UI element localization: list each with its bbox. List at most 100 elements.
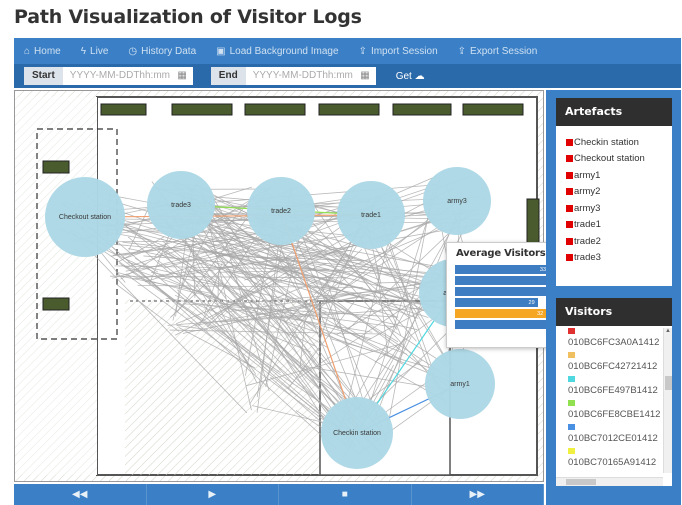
scroll-thumb[interactable]: [566, 479, 596, 485]
legend-swatch: [566, 155, 573, 163]
bar: 37: [455, 276, 561, 285]
image-icon: ▣: [216, 45, 226, 57]
visitors-horizontal-scrollbar[interactable]: [556, 477, 663, 486]
visitor-item[interactable]: 010BC6FE8CBE1412: [568, 400, 672, 424]
scroll-up-arrow-icon[interactable]: ▲: [664, 328, 672, 334]
node-label: trade1: [361, 211, 381, 219]
stop-button[interactable]: ■: [279, 484, 412, 505]
legend-swatch: [568, 328, 575, 334]
fast-forward-icon: ▶▶: [469, 489, 485, 500]
node-trade2[interactable]: trade2: [247, 177, 315, 245]
start-date-placeholder: YYYY-MM-DDThh:mm: [69, 70, 170, 81]
artefacts-panel: Artefacts Checkin station Checkout statio…: [556, 98, 672, 286]
get-button[interactable]: Get ☁: [396, 71, 425, 82]
node-label: trade2: [271, 207, 291, 215]
calendar-icon[interactable]: ▦: [177, 67, 186, 85]
sidebar: Artefacts Checkin station Checkout statio…: [546, 90, 681, 505]
visitors-title: Visitors: [556, 298, 672, 326]
nav-label: History Data: [141, 45, 197, 57]
clock-icon: ◷: [128, 45, 138, 57]
end-date-input[interactable]: YYYY-MM-DDThh:mm ▦: [245, 67, 376, 85]
artefact-item[interactable]: trade3: [566, 250, 672, 267]
nav-export-session[interactable]: ⇪ Export Session: [448, 46, 548, 57]
play-button[interactable]: ▶: [147, 484, 279, 505]
page-title: Path Visualization of Visitor Logs: [14, 6, 362, 28]
visitor-id: 010BC6FE8CBE1412: [568, 409, 661, 420]
node-checkout[interactable]: Checkout station: [45, 177, 125, 257]
nav-home[interactable]: ⌂ Home: [14, 46, 71, 57]
visitor-item[interactable]: 010BC6FC3A0A1412: [568, 328, 672, 352]
artefact-item[interactable]: Checkin station: [566, 134, 672, 151]
table: [392, 103, 452, 116]
node-label: Checkin station: [333, 429, 381, 437]
legend-swatch: [566, 204, 573, 212]
artefact-label: army1: [574, 169, 601, 181]
visitor-id: 010BC6FC42721412: [568, 361, 658, 372]
legend-swatch: [566, 221, 573, 229]
artefact-item[interactable]: trade2: [566, 233, 672, 250]
table: [100, 103, 147, 116]
start-label: Start: [24, 67, 63, 85]
artefact-item[interactable]: trade1: [566, 217, 672, 234]
visitor-item[interactable]: 010BC70165A91412: [568, 448, 672, 472]
bar: 29: [455, 298, 538, 307]
bar: 32: [455, 309, 547, 318]
table: [42, 297, 70, 311]
node-trade1[interactable]: trade1: [337, 181, 405, 249]
calendar-icon[interactable]: ▦: [360, 67, 369, 85]
artefact-label: trade2: [574, 235, 601, 247]
artefact-label: Checkin station: [574, 136, 639, 148]
artefact-item[interactable]: army1: [566, 167, 672, 184]
legend-swatch: [568, 376, 575, 382]
date-range-bar: Start YYYY-MM-DDThh:mm ▦ End YYYY-MM-DDT…: [14, 64, 681, 88]
visitor-id: 010BC6FE497B1412: [568, 385, 658, 396]
node-army1[interactable]: army1: [425, 349, 495, 419]
nav-load-background-image[interactable]: ▣ Load Background Image: [206, 46, 348, 57]
artefact-label: trade1: [574, 219, 601, 231]
visitor-item[interactable]: 010BC7012CE01412: [568, 424, 672, 448]
legend-swatch: [566, 188, 573, 196]
get-label: Get: [395, 70, 412, 82]
rewind-icon: ◀◀: [72, 489, 88, 500]
node-label: army3: [447, 197, 467, 205]
upload-icon: ⇪: [358, 45, 367, 57]
nav-live[interactable]: ϟ Live: [71, 46, 119, 57]
nav-import-session[interactable]: ⇪ Import Session: [349, 46, 448, 57]
artefact-item[interactable]: army2: [566, 184, 672, 201]
play-icon: ▶: [208, 489, 217, 500]
nav-history-data[interactable]: ◷ History Data: [118, 46, 206, 57]
scroll-thumb[interactable]: [665, 376, 672, 390]
visitor-item[interactable]: 010BC6FC42721412: [568, 352, 672, 376]
export-icon: ⇪: [457, 45, 467, 57]
table: [462, 103, 524, 116]
bolt-icon: ϟ: [80, 45, 87, 57]
visitors-list[interactable]: 010BC6FC3A0A1412 010BC6FC42721412 010BC6FE…: [556, 326, 672, 481]
legend-swatch: [566, 171, 573, 179]
artefact-label: Checkout station: [574, 153, 645, 165]
node-checkin[interactable]: Checkin station: [321, 397, 393, 469]
navbar: ⌂ Home ϟ Live ◷ History Data ▣ Load Background …: [14, 38, 681, 64]
table: [42, 160, 70, 174]
artefacts-title: Artefacts: [556, 98, 672, 126]
nav-label: Home: [34, 45, 61, 57]
legend-swatch: [566, 254, 573, 262]
visitor-id: 010BC70165A91412: [568, 457, 657, 468]
artefact-item[interactable]: army3: [566, 200, 672, 217]
rewind-button[interactable]: ◀◀: [14, 484, 147, 505]
node-army3[interactable]: army3: [423, 167, 491, 235]
visitor-id: 010BC6FC3A0A1412: [568, 337, 660, 348]
node-trade3[interactable]: trade3: [147, 171, 215, 239]
table: [171, 103, 233, 116]
start-date-input[interactable]: YYYY-MM-DDThh:mm ▦: [62, 67, 193, 85]
end-date-placeholder: YYYY-MM-DDThh:mm: [252, 70, 353, 81]
fast-forward-button[interactable]: ▶▶: [412, 484, 544, 505]
legend-swatch: [566, 138, 573, 146]
cloud-download-icon: ☁: [414, 70, 425, 82]
table: [244, 103, 306, 116]
visitor-item[interactable]: 010BC6FE497B1412: [568, 376, 672, 400]
nav-label: Export Session: [470, 45, 538, 57]
visitors-vertical-scrollbar[interactable]: ▲: [663, 328, 672, 473]
artefact-item[interactable]: Checkout station: [566, 151, 672, 168]
nav-label: Load Background Image: [229, 45, 339, 57]
artefacts-list: Checkin station Checkout station army1 army…: [556, 126, 672, 266]
